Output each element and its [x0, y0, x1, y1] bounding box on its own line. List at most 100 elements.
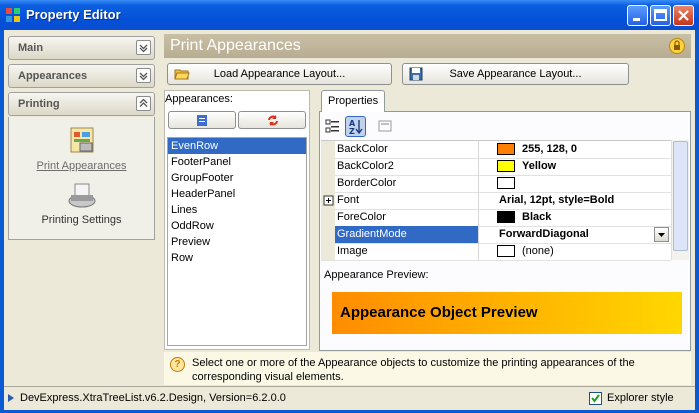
status-text: DevExpress.XtraTreeList.v6.2.Design, Ver…	[20, 392, 286, 404]
nav-item-print-appearances[interactable]: Print Appearances	[9, 125, 154, 172]
color-swatch	[497, 143, 515, 155]
refresh-icon	[268, 115, 278, 126]
property-name: BorderColor	[337, 177, 397, 189]
maximize-button[interactable]	[650, 5, 671, 26]
status-bar: DevExpress.XtraTreeList.v6.2.Design, Ver…	[4, 386, 695, 410]
chevron-down-icon[interactable]	[136, 40, 151, 55]
load-layout-label: Load Appearance Layout...	[213, 68, 346, 80]
property-name: GradientMode	[337, 228, 407, 240]
arrow-right-icon	[8, 394, 14, 402]
appearance-preview: Appearance Object Preview	[332, 292, 682, 334]
tab-properties[interactable]: Properties	[321, 90, 385, 112]
property-value[interactable]: ForwardDiagonal	[499, 228, 589, 240]
hint-text: Select one or more of the Appearance obj…	[192, 357, 635, 383]
list-item[interactable]: HeaderPanel	[168, 186, 306, 202]
preview-text: Appearance Object Preview	[340, 304, 538, 321]
property-row[interactable]: ForeColor Black	[321, 209, 671, 227]
property-name: ForeColor	[337, 211, 386, 223]
explorer-style-label: Explorer style	[607, 392, 674, 404]
property-row[interactable]: BackColor2 Yellow	[321, 158, 671, 176]
property-pages-icon	[378, 120, 392, 132]
property-pages-button[interactable]	[375, 116, 395, 136]
print-appearances-icon	[70, 127, 93, 153]
property-grid[interactable]: BackColor 255, 128, 0 BackColor2 Yellow …	[321, 140, 671, 261]
color-swatch	[497, 245, 515, 257]
chevron-up-icon[interactable]	[136, 96, 151, 111]
nav-group-label: Appearances	[18, 70, 88, 82]
property-name: Image	[337, 245, 368, 257]
tab-label: Properties	[328, 95, 379, 107]
load-layout-button[interactable]: Load Appearance Layout...	[167, 63, 392, 85]
property-name: Font	[337, 194, 360, 206]
close-button[interactable]	[673, 5, 694, 26]
nav-group-appearances[interactable]: Appearances	[8, 64, 155, 88]
minimize-button[interactable]	[627, 5, 648, 26]
property-value[interactable]: Black	[522, 211, 551, 223]
property-name: BackColor2	[337, 160, 394, 172]
sort-alphabetical-icon: A Z	[349, 119, 363, 136]
scrollbar-thumb[interactable]	[673, 141, 688, 251]
property-value[interactable]: Yellow	[522, 160, 556, 172]
list-item[interactable]: GroupFooter	[168, 170, 306, 186]
categorized-button[interactable]	[323, 116, 343, 136]
maximize-icon	[654, 9, 667, 21]
nav-group-label: Main	[18, 42, 44, 54]
client-area: Main Appearances Printing Print Appearan…	[4, 30, 695, 386]
app-icon	[6, 8, 20, 22]
property-row[interactable]: BackColor 255, 128, 0	[321, 141, 671, 159]
preview-label: Appearance Preview:	[324, 269, 429, 281]
color-swatch	[497, 211, 515, 223]
printing-group-body: Print Appearances Printing Settings	[8, 117, 155, 240]
select-all-button[interactable]	[168, 111, 236, 129]
color-swatch	[497, 177, 515, 189]
appearances-label: Appearances:	[165, 93, 233, 105]
page-header: Print Appearances	[164, 34, 691, 58]
info-icon: ?	[170, 357, 185, 372]
list-item[interactable]: Preview	[168, 234, 306, 250]
nav-group-main[interactable]: Main	[8, 36, 155, 60]
appearances-list[interactable]: EvenRow FooterPanel GroupFooter HeaderPa…	[167, 137, 307, 346]
list-item[interactable]: FooterPanel	[168, 154, 306, 170]
property-row-selected[interactable]: GradientMode ForwardDiagonal	[321, 226, 671, 244]
list-item[interactable]: EvenRow	[168, 138, 306, 154]
minimize-icon	[633, 18, 640, 21]
reset-button[interactable]	[238, 111, 306, 129]
property-name: BackColor	[337, 143, 388, 155]
property-row[interactable]: Image (none)	[321, 243, 671, 261]
hint-panel: ? Select one or more of the Appearance o…	[164, 352, 691, 385]
nav-item-label: Printing Settings	[41, 214, 122, 226]
window-title: Property Editor	[26, 7, 121, 22]
save-layout-button[interactable]: Save Appearance Layout...	[402, 63, 629, 85]
color-swatch	[497, 160, 515, 172]
svg-text:Z: Z	[349, 127, 355, 136]
page-title: Print Appearances	[170, 37, 301, 54]
nav-group-label: Printing	[18, 98, 60, 110]
nav-item-printing-settings[interactable]: Printing Settings	[9, 181, 154, 226]
chevron-down-icon	[658, 233, 665, 237]
list-item[interactable]: OddRow	[168, 218, 306, 234]
categorized-icon	[325, 119, 339, 133]
printer-icon	[68, 183, 95, 208]
alphabetical-button[interactable]: A Z	[345, 116, 366, 137]
dropdown-button[interactable]	[654, 227, 669, 242]
property-row[interactable]: Font Arial, 12pt, style=Bold	[321, 192, 671, 210]
title-bar[interactable]: Property Editor	[0, 0, 699, 30]
property-value[interactable]: 255, 128, 0	[522, 143, 577, 155]
property-value[interactable]: Arial, 12pt, style=Bold	[499, 194, 614, 206]
close-icon	[678, 10, 689, 21]
list-item[interactable]: Row	[168, 250, 306, 266]
lock-icon[interactable]	[669, 38, 685, 54]
save-layout-label: Save Appearance Layout...	[449, 68, 582, 80]
explorer-style-checkbox[interactable]	[589, 392, 602, 405]
chevron-down-icon[interactable]	[136, 68, 151, 83]
property-value[interactable]: (none)	[522, 245, 554, 257]
property-grid-scrollbar[interactable]	[671, 140, 689, 260]
checkmark-icon	[591, 394, 600, 403]
list-icon	[197, 115, 207, 126]
nav-group-printing[interactable]: Printing	[8, 92, 155, 116]
nav-item-label: Print Appearances	[36, 160, 127, 172]
property-row[interactable]: BorderColor	[321, 175, 671, 193]
property-editor-window: Property Editor Main Appearances Printin…	[0, 0, 699, 413]
expand-icon[interactable]	[321, 192, 335, 209]
list-item[interactable]: Lines	[168, 202, 306, 218]
